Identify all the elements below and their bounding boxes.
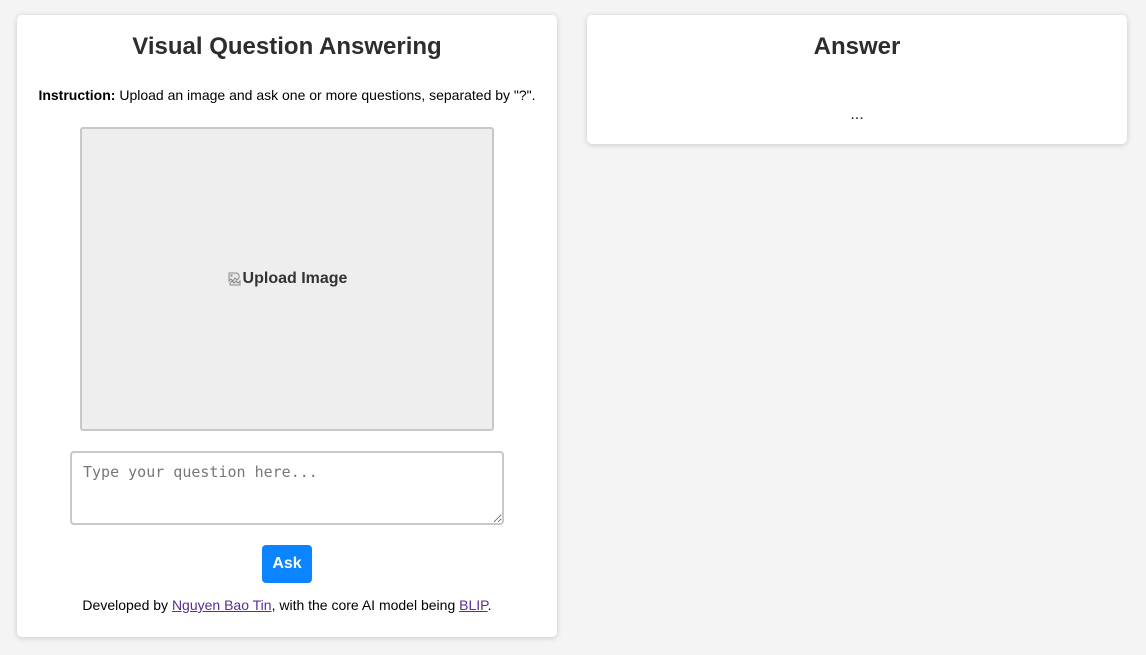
footer-middle: , with the core AI model being: [271, 597, 460, 613]
page-title: Visual Question Answering: [132, 33, 442, 60]
upload-image-placeholder[interactable]: Upload Image: [227, 270, 348, 288]
instruction-body: Upload an image and ask one or more ques…: [115, 87, 536, 103]
answer-title: Answer: [813, 33, 901, 60]
upload-image-label: Upload Image: [242, 270, 348, 287]
image-upload-area[interactable]: Upload Image: [80, 127, 494, 431]
footer-credit: Developed by Nguyen Bao Tin, with the co…: [17, 597, 557, 613]
question-input[interactable]: [70, 451, 504, 525]
footer-prefix: Developed by: [82, 597, 172, 613]
broken-image-icon: [228, 272, 241, 286]
instruction-label: Instruction:: [38, 87, 116, 103]
author-link[interactable]: Nguyen Bao Tin: [172, 597, 272, 613]
ask-button[interactable]: Ask: [262, 545, 312, 583]
instruction-text: Instruction: Upload an image and ask one…: [17, 87, 557, 103]
footer-suffix: .: [487, 597, 492, 613]
question-panel: Visual Question Answering Instruction: U…: [17, 15, 557, 637]
blip-link[interactable]: BLIP: [459, 597, 488, 613]
answer-output: ...: [850, 106, 864, 123]
answer-panel: Answer ...: [587, 15, 1127, 144]
